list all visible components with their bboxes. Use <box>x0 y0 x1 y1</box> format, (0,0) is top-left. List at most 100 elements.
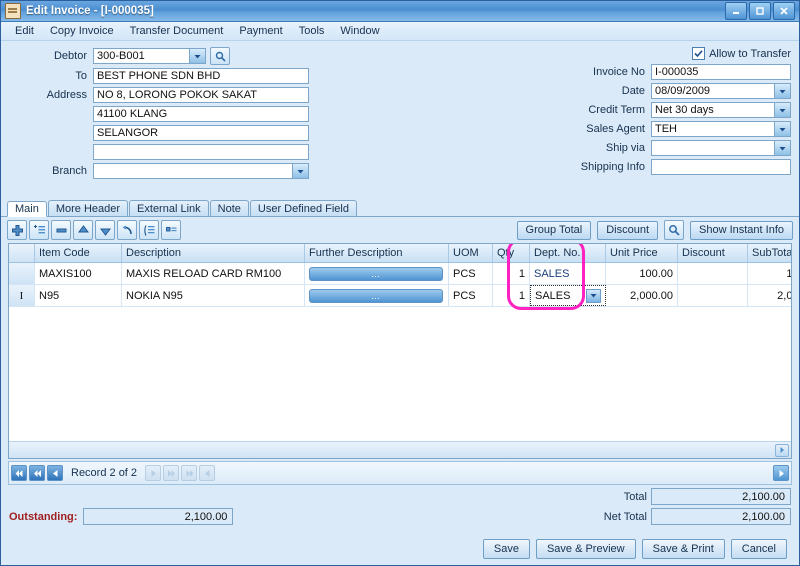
first-record-icon[interactable] <box>11 465 27 481</box>
prior-record-icon[interactable] <box>47 465 63 481</box>
magnifier-icon[interactable] <box>664 220 684 240</box>
cell-qty[interactable]: 1 <box>493 285 530 306</box>
group-total-button[interactable]: Group Total <box>516 220 592 240</box>
column-header-description[interactable]: Description <box>122 244 305 262</box>
menu-item-payment[interactable]: Payment <box>231 23 290 39</box>
navigator-expand-icon[interactable] <box>773 465 789 481</box>
column-header-dept-no[interactable]: Dept. No. <box>530 244 606 262</box>
tab-more-header[interactable]: More Header <box>47 200 129 216</box>
column-header-subtotal[interactable]: SubTotal <box>748 244 791 262</box>
cell-further-description[interactable]: … <box>305 263 449 284</box>
cell-dept-no[interactable]: SALES <box>530 263 606 284</box>
cell-subtotal[interactable]: 2,000.00 <box>748 285 791 306</box>
credit-term-combo[interactable]: Net 30 days <box>651 102 791 118</box>
ship-via-combo[interactable] <box>651 140 791 156</box>
menu-item-tools[interactable]: Tools <box>291 23 333 39</box>
close-icon[interactable] <box>773 2 795 20</box>
cell-subtotal[interactable]: 100.00 <box>748 263 791 284</box>
cell-discount[interactable] <box>678 285 748 306</box>
detail-view-icon[interactable] <box>161 220 181 240</box>
further-description-button[interactable]: … <box>309 266 443 281</box>
scroll-right-icon[interactable] <box>775 443 789 457</box>
prior-page-icon[interactable] <box>29 465 45 481</box>
cancel-button[interactable]: Cancel <box>730 539 787 559</box>
cell-discount[interactable] <box>678 263 748 284</box>
table-row[interactable]: I N95 NOKIA N95 … PCS 1 SALES 2,000.00 2… <box>9 285 791 307</box>
tab-note[interactable]: Note <box>209 200 249 216</box>
cell-description[interactable]: NOKIA N95 <box>122 285 305 306</box>
cell-item-code[interactable]: MAXIS100 <box>35 263 122 284</box>
undo-icon[interactable] <box>117 220 137 240</box>
chevron-down-icon[interactable] <box>292 163 309 179</box>
menu-item-transfer-document[interactable]: Transfer Document <box>122 23 232 39</box>
show-instant-info-button[interactable]: Show Instant Info <box>690 220 793 240</box>
column-header-unit-price[interactable]: Unit Price <box>606 244 678 262</box>
address-line3-input[interactable]: SELANGOR <box>93 125 309 141</box>
allow-transfer-checkbox[interactable] <box>692 47 706 60</box>
grid-horizontal-scrollbar[interactable] <box>9 441 791 458</box>
address-line4-input[interactable] <box>93 144 309 160</box>
column-header-item-code[interactable]: Item Code <box>35 244 122 262</box>
cell-description[interactable]: MAXIS RELOAD CARD RM100 <box>122 263 305 284</box>
cell-unit-price[interactable]: 2,000.00 <box>606 285 678 306</box>
chevron-down-icon[interactable] <box>774 83 791 99</box>
tab-main[interactable]: Main <box>7 201 47 217</box>
chevron-down-icon[interactable] <box>774 102 791 118</box>
date-picker[interactable]: 08/09/2009 <box>651 83 791 99</box>
chevron-down-icon[interactable] <box>586 288 601 303</box>
chevron-down-icon[interactable] <box>189 48 206 64</box>
save-and-print-button[interactable]: Save & Print <box>641 539 725 559</box>
allow-transfer-row[interactable]: Allow to Transfer <box>473 47 791 60</box>
minimize-icon[interactable] <box>725 2 747 20</box>
further-description-button[interactable]: … <box>309 288 443 303</box>
menu-item-copy-invoice[interactable]: Copy Invoice <box>42 23 122 39</box>
move-down-icon[interactable] <box>95 220 115 240</box>
cell-qty[interactable]: 1 <box>493 263 530 284</box>
credit-term-input[interactable]: Net 30 days <box>651 102 774 118</box>
chevron-down-icon[interactable] <box>774 140 791 156</box>
to-input[interactable]: BEST PHONE SDN BHD <box>93 68 309 84</box>
chevron-down-icon[interactable] <box>774 121 791 137</box>
tab-user-defined-field[interactable]: User Defined Field <box>249 200 357 216</box>
menu-item-edit[interactable]: Edit <box>7 23 42 39</box>
sales-agent-input[interactable]: TEH <box>651 121 774 137</box>
save-and-preview-button[interactable]: Save & Preview <box>535 539 636 559</box>
list-view-icon[interactable] <box>139 220 159 240</box>
outstanding-label: Outstanding: <box>9 510 78 523</box>
cell-unit-price[interactable]: 100.00 <box>606 263 678 284</box>
column-header-qty[interactable]: Qty <box>493 244 530 262</box>
cell-dept-no-editing[interactable]: SALES <box>530 285 606 306</box>
tab-external-link[interactable]: External Link <box>129 200 209 216</box>
insert-row-icon[interactable] <box>29 220 49 240</box>
discount-button[interactable]: Discount <box>597 220 658 240</box>
sales-agent-combo[interactable]: TEH <box>651 121 791 137</box>
maximize-icon[interactable] <box>749 2 771 20</box>
move-up-icon[interactable] <box>73 220 93 240</box>
invoice-no-input[interactable]: I-000035 <box>651 64 791 80</box>
debtor-input[interactable]: 300-B001 <box>93 48 189 64</box>
debtor-search-button[interactable] <box>210 47 230 65</box>
ship-via-input[interactable] <box>651 140 774 156</box>
address-row-4 <box>9 144 309 160</box>
delete-row-icon[interactable] <box>51 220 71 240</box>
table-row[interactable]: MAXIS100 MAXIS RELOAD CARD RM100 … PCS 1… <box>9 263 791 285</box>
shipping-info-input[interactable] <box>651 159 791 175</box>
cell-uom[interactable]: PCS <box>449 285 493 306</box>
branch-combo[interactable] <box>93 163 309 179</box>
date-input[interactable]: 08/09/2009 <box>651 83 774 99</box>
cell-item-code[interactable]: N95 <box>35 285 122 306</box>
add-row-icon[interactable] <box>7 220 27 240</box>
column-header-further-description[interactable]: Further Description <box>305 244 449 262</box>
column-header-discount[interactable]: Discount <box>678 244 748 262</box>
debtor-label: Debtor <box>53 50 87 62</box>
debtor-combo[interactable]: 300-B001 <box>93 48 206 64</box>
address-line1-input[interactable]: NO 8, LORONG POKOK SAKAT <box>93 87 309 103</box>
column-header-uom[interactable]: UOM <box>449 244 493 262</box>
menu-item-window[interactable]: Window <box>332 23 387 39</box>
save-button[interactable]: Save <box>482 539 530 559</box>
row-indicator <box>9 263 35 284</box>
cell-further-description[interactable]: … <box>305 285 449 306</box>
branch-input[interactable] <box>93 163 292 179</box>
address-line2-input[interactable]: 41100 KLANG <box>93 106 309 122</box>
cell-uom[interactable]: PCS <box>449 263 493 284</box>
